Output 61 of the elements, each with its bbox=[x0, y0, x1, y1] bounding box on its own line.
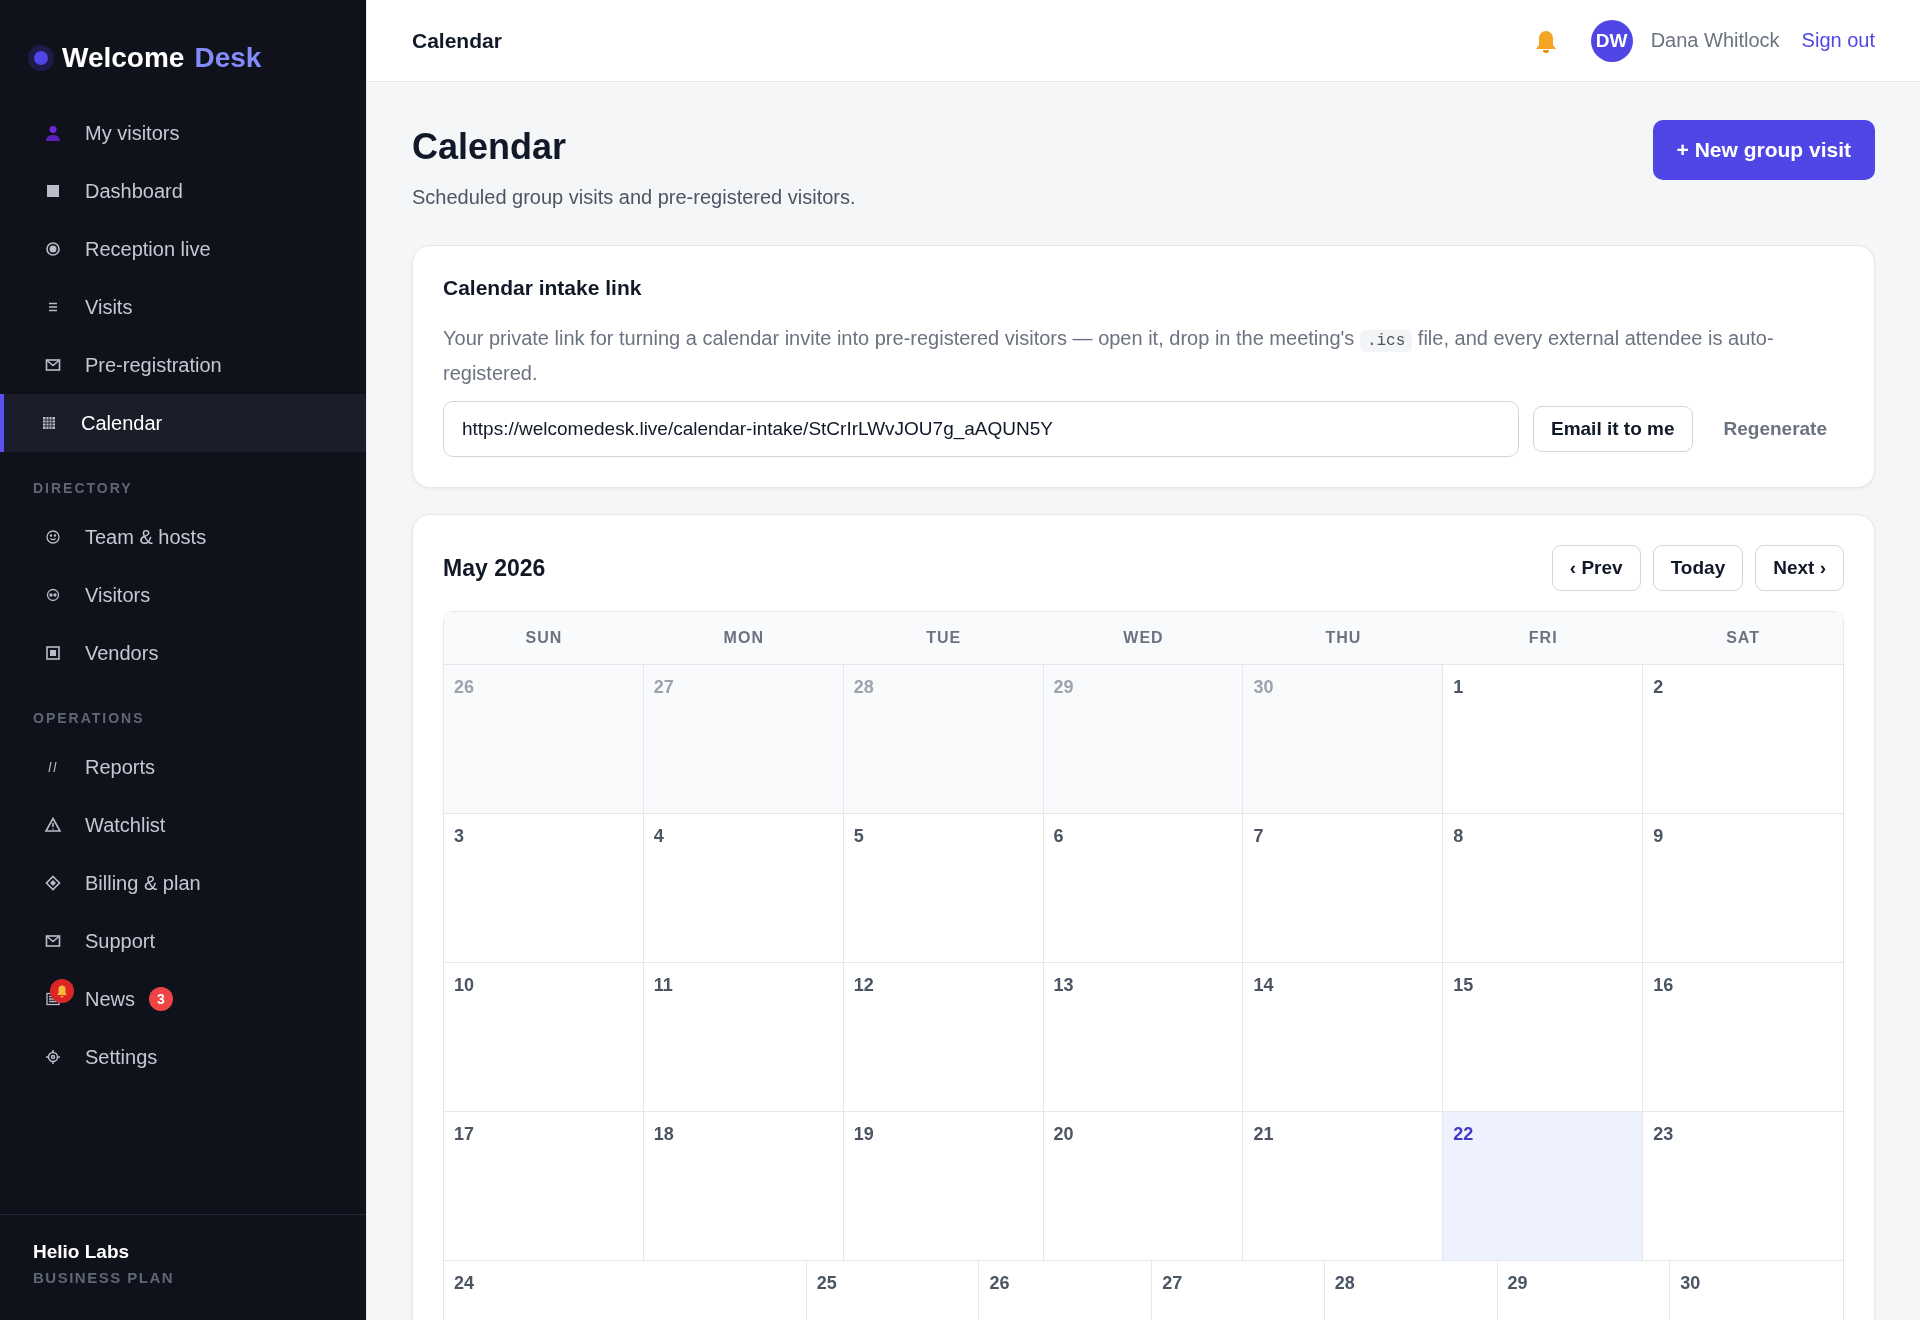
today-button[interactable]: Today bbox=[1652, 545, 1744, 591]
person-icon bbox=[44, 124, 62, 142]
smiley-icon bbox=[44, 528, 62, 546]
sidebar-item[interactable]: Dashboard bbox=[0, 162, 366, 220]
section-heading: DIRECTORY bbox=[32, 479, 134, 498]
warning-icon bbox=[44, 816, 62, 834]
envelope-icon bbox=[44, 932, 62, 950]
weekday-header: THU bbox=[1324, 628, 1363, 648]
weekday-header: SAT bbox=[1725, 628, 1761, 648]
sidebar-item[interactable]: Vendors bbox=[0, 624, 366, 682]
weekday-header: WED bbox=[1122, 628, 1165, 648]
user-name: Dana Whitlock bbox=[1650, 29, 1780, 52]
radio-icon bbox=[44, 240, 62, 258]
section-heading: OPERATIONS bbox=[32, 709, 146, 728]
card-title: Calendar intake link bbox=[443, 276, 643, 300]
weekday-header: SUN bbox=[524, 628, 564, 648]
face-icon bbox=[44, 586, 62, 604]
logo-dot-icon bbox=[28, 45, 54, 71]
intake-description: Your private link for turning a calendar invite into pre-registered visitors — open it, drop in the meeting's .ics file, and every external attendee is auto-registered. bbox=[443, 326, 1775, 386]
prev-button[interactable]: ‹ Prev bbox=[1551, 545, 1641, 591]
avatar[interactable]: DW bbox=[1590, 19, 1633, 62]
sidebar-item[interactable]: Reports bbox=[0, 738, 366, 796]
plan-label: BUSINESS PLAN bbox=[33, 1269, 176, 1286]
diamond-icon bbox=[44, 874, 62, 892]
envelope-icon bbox=[44, 356, 62, 374]
link-field[interactable]: https://welcomedesk.live/calendar-intake/StCrIrLWvJOU7g_aAQUN5Y bbox=[443, 401, 1519, 457]
page-heading: Calendar bbox=[412, 28, 502, 53]
brand-name: Welcome bbox=[62, 42, 185, 74]
sidebar-item[interactable]: Team & hosts bbox=[0, 508, 366, 566]
grid-icon bbox=[40, 414, 58, 432]
month-title: May 2026 bbox=[443, 554, 546, 582]
news-icon bbox=[44, 990, 62, 1008]
sidebar-item[interactable]: Calendar bbox=[0, 394, 366, 452]
sidebar-item[interactable]: Billing & plan bbox=[0, 854, 366, 912]
organization-name: Helio Labs bbox=[33, 1241, 131, 1263]
sidebar-item[interactable]: News 3 bbox=[0, 970, 366, 1028]
sidebar-item[interactable]: Pre-registration bbox=[0, 336, 366, 394]
count-badge: 3 bbox=[149, 987, 173, 1011]
sidebar-item[interactable]: Support bbox=[0, 912, 366, 970]
day-cell[interactable]: 22 bbox=[1443, 1112, 1644, 1260]
bell-alert-icon bbox=[50, 979, 74, 1003]
weekday-header: MON bbox=[722, 628, 765, 648]
gear-icon bbox=[44, 1048, 62, 1066]
weekday-header: FRI bbox=[1527, 628, 1559, 648]
sign-out-link[interactable]: Sign out bbox=[1801, 29, 1875, 52]
next-button[interactable]: Next › bbox=[1755, 545, 1844, 591]
sidebar-item[interactable]: Visits bbox=[0, 278, 366, 336]
sidebar-item[interactable]: Settings bbox=[0, 1028, 366, 1086]
new-group-visit-button[interactable]: + New group visit bbox=[1652, 120, 1875, 180]
page-title: Calendar bbox=[412, 125, 568, 168]
sidebar-item[interactable]: My visitors bbox=[0, 104, 366, 162]
sidebar-item[interactable]: Reception live bbox=[0, 220, 366, 278]
sidebar-item[interactable]: Watchlist bbox=[0, 796, 366, 854]
page-subtitle: Scheduled group visits and pre-registered visitors. bbox=[412, 186, 856, 209]
regenerate-button[interactable]: Regenerate bbox=[1706, 407, 1844, 451]
weekday-header: TUE bbox=[925, 628, 963, 648]
email-button[interactable]: Email it to me bbox=[1532, 406, 1693, 452]
sidebar-item[interactable]: Visitors bbox=[0, 566, 366, 624]
framed-icon bbox=[44, 644, 62, 662]
brand-name: Desk bbox=[194, 42, 262, 74]
square-icon bbox=[44, 182, 62, 200]
